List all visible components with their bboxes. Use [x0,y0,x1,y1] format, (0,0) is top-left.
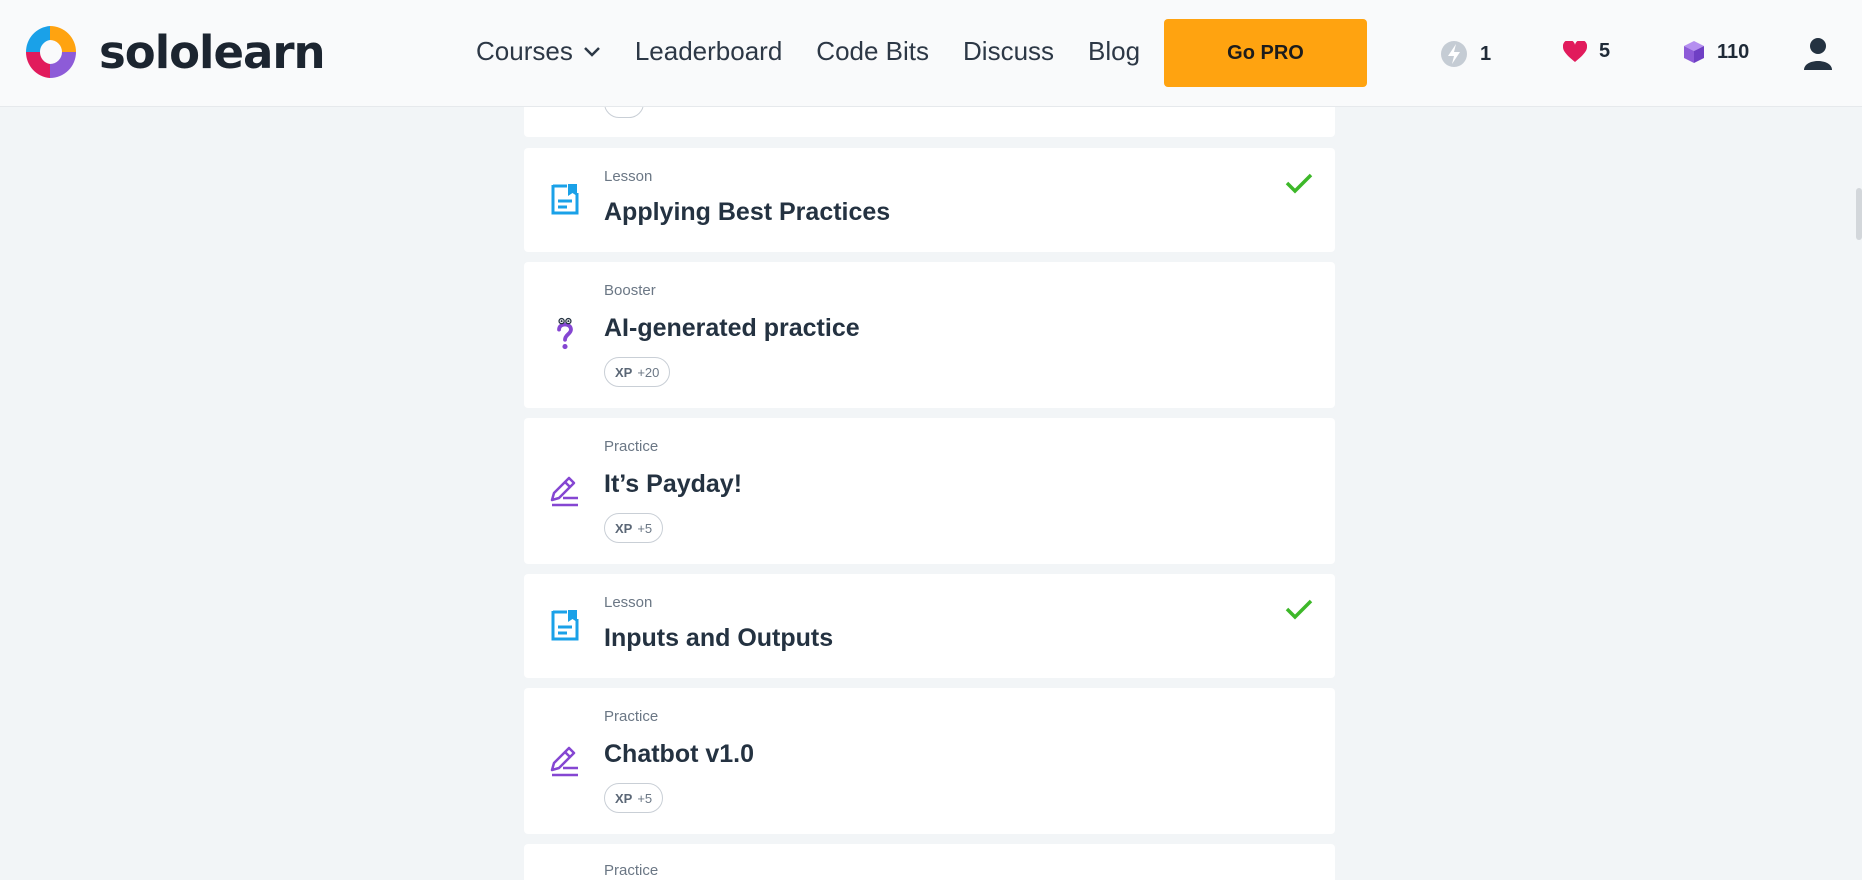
lesson-icon [551,610,579,641]
completed-check-icon [1285,173,1313,194]
card-kind: Lesson [604,594,653,611]
booster-card[interactable]: Booster AI-generated practice XP +20 [524,262,1335,408]
brand-name: sololearn [99,25,326,79]
nav-courses[interactable]: Courses [476,36,601,67]
card-kind: Lesson [604,168,653,185]
nav-blog[interactable]: Blog [1088,36,1140,67]
lesson-card[interactable]: Lesson Inputs and Outputs [524,574,1335,678]
scrollbar-thumb[interactable] [1856,188,1862,240]
chevron-down-icon [583,46,600,57]
hearts-value: 5 [1599,40,1611,62]
user-avatar-icon[interactable] [1803,36,1833,72]
nav-leaderboard[interactable]: Leaderboard [635,36,782,67]
sololearn-logo-icon [25,26,76,78]
gems-counter[interactable]: 110 [1683,40,1749,64]
card-kind: Practice [604,708,659,725]
xp-label: XP [615,364,633,380]
question-booster-icon [557,317,573,350]
card-title: AI-generated practice [604,314,860,342]
xp-value: +5 [637,790,653,806]
pencil-icon [550,476,578,507]
nav-code-bits[interactable]: Code Bits [816,36,929,67]
card-title: Chatbot v1.0 [604,740,755,768]
card-title: Inputs and Outputs [604,624,834,652]
sololearn-logo[interactable]: sololearn [20,22,326,82]
xp-value: +5 [637,520,653,536]
xp-badge: XP +5 [604,513,664,543]
practice-card[interactable]: Practice [524,844,1335,880]
card-title: It’s Payday! [604,470,743,498]
xp-badge: XP +20 [604,357,671,387]
lesson-card[interactable]: Lesson Applying Best Practices [524,148,1335,252]
xp-label: XP [615,790,633,806]
go-pro-button[interactable]: Go PRO [1164,19,1367,87]
streak-counter[interactable]: 1 [1440,40,1491,68]
gems-value: 110 [1717,40,1750,63]
card-title: Applying Best Practices [604,198,891,226]
streak-value: 1 [1480,42,1492,65]
card-kind: Practice [604,438,659,455]
xp-label: XP [615,520,633,536]
hearts-counter[interactable]: 5 [1563,40,1610,63]
gem-cube-icon [1684,41,1704,63]
nav-courses-label: Courses [476,36,573,66]
lesson-icon [551,184,579,215]
nav-discuss[interactable]: Discuss [963,36,1054,67]
main-nav: Courses Leaderboard Code Bits Discuss Bl… [476,36,1174,67]
heart-icon [1563,40,1587,62]
lightning-icon [1441,41,1467,67]
top-navigation-bar: sololearn Courses Leaderboard Code Bits … [0,0,1862,107]
practice-card[interactable]: Practice Chatbot v1.0 XP +5 [524,688,1335,834]
xp-badge: XP +5 [604,783,664,813]
xp-value: +20 [637,364,660,380]
card-kind: Practice [604,862,659,879]
pencil-icon [550,746,578,777]
practice-card[interactable]: Practice It’s Payday! XP +5 [524,418,1335,564]
completed-check-icon [1285,599,1313,620]
card-kind: Booster [604,282,656,299]
